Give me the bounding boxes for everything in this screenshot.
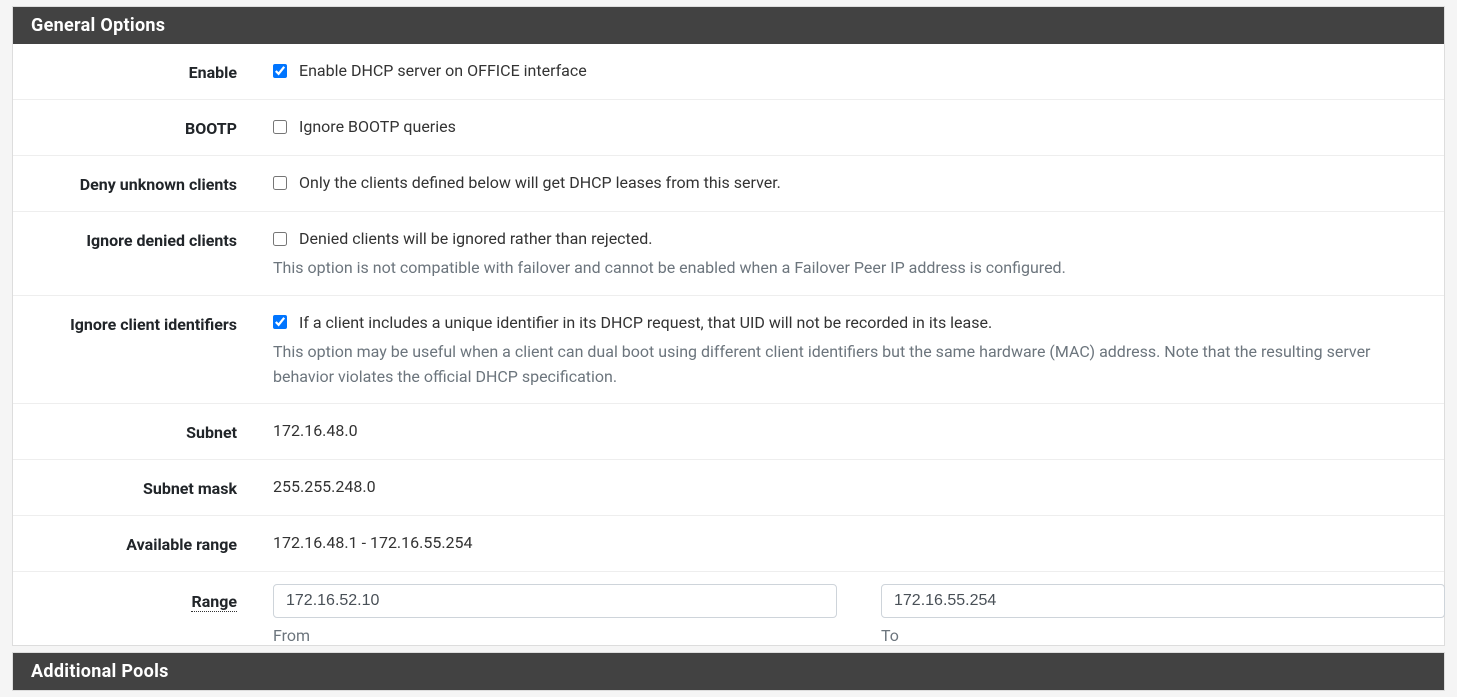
general-options-heading: General Options <box>13 7 1444 44</box>
range-to-sublabel: To <box>881 626 1445 645</box>
label-available-range: Available range <box>13 533 251 554</box>
label-enable: Enable <box>13 61 251 82</box>
ignore-client-ids-check-text: If a client includes a unique identifier… <box>299 313 992 332</box>
enable-checkbox[interactable] <box>273 64 287 78</box>
ignore-client-ids-checkbox[interactable] <box>273 315 287 329</box>
subnet-value: 172.16.48.0 <box>273 421 358 440</box>
bootp-checkbox[interactable] <box>273 120 287 134</box>
deny-unknown-checkbox[interactable] <box>273 176 287 190</box>
enable-check-text: Enable DHCP server on OFFICE interface <box>299 61 587 80</box>
deny-unknown-check-text: Only the clients defined below will get … <box>299 173 781 192</box>
deny-unknown-check-wrapper[interactable]: Only the clients defined below will get … <box>273 173 1424 192</box>
label-ignore-denied: Ignore denied clients <box>13 229 251 281</box>
subnet-mask-value: 255.255.248.0 <box>273 477 376 496</box>
row-ignore-client-ids: Ignore client identifiers If a client in… <box>13 296 1444 405</box>
label-deny-unknown: Deny unknown clients <box>13 173 251 194</box>
ignore-denied-check-wrapper[interactable]: Denied clients will be ignored rather th… <box>273 229 1424 248</box>
row-ignore-denied: Ignore denied clients Denied clients wil… <box>13 212 1444 296</box>
label-ignore-client-ids: Ignore client identifiers <box>13 313 251 390</box>
row-enable: Enable Enable DHCP server on OFFICE inte… <box>13 44 1444 100</box>
ignore-client-ids-help: This option may be useful when a client … <box>273 340 1424 390</box>
general-options-panel: General Options Enable Enable DHCP serve… <box>12 6 1445 646</box>
row-available-range: Available range 172.16.48.1 - 172.16.55.… <box>13 516 1444 572</box>
available-range-value: 172.16.48.1 - 172.16.55.254 <box>273 533 473 552</box>
ignore-denied-help: This option is not compatible with failo… <box>273 256 1424 281</box>
label-range: Range <box>13 584 251 645</box>
row-subnet-mask: Subnet mask 255.255.248.0 <box>13 460 1444 516</box>
row-bootp: BOOTP Ignore BOOTP queries <box>13 100 1444 156</box>
label-subnet: Subnet <box>13 421 251 442</box>
ignore-client-ids-check-wrapper[interactable]: If a client includes a unique identifier… <box>273 313 1424 332</box>
row-range: Range From To <box>13 572 1444 645</box>
ignore-denied-check-text: Denied clients will be ignored rather th… <box>299 229 653 248</box>
bootp-check-wrapper[interactable]: Ignore BOOTP queries <box>273 117 1424 136</box>
additional-pools-heading: Additional Pools <box>13 653 1444 690</box>
label-subnet-mask: Subnet mask <box>13 477 251 498</box>
range-from-input[interactable] <box>273 584 837 618</box>
bootp-check-text: Ignore BOOTP queries <box>299 117 456 136</box>
ignore-denied-checkbox[interactable] <box>273 232 287 246</box>
range-from-sublabel: From <box>273 626 837 645</box>
additional-pools-panel: Additional Pools <box>12 652 1445 691</box>
enable-check-wrapper[interactable]: Enable DHCP server on OFFICE interface <box>273 61 1424 80</box>
row-deny-unknown: Deny unknown clients Only the clients de… <box>13 156 1444 212</box>
row-subnet: Subnet 172.16.48.0 <box>13 404 1444 460</box>
label-bootp: BOOTP <box>13 117 251 138</box>
range-to-input[interactable] <box>881 584 1445 618</box>
